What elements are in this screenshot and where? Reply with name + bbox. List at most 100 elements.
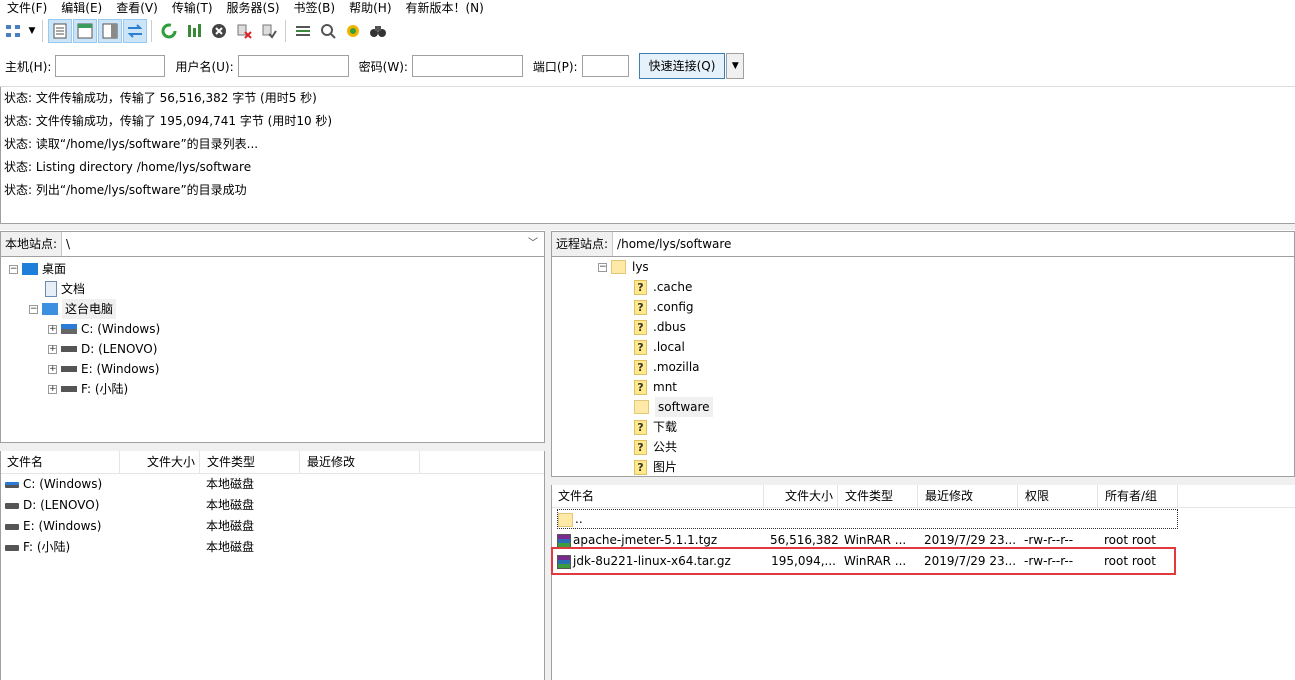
tree-item-label: lys bbox=[632, 260, 649, 274]
tree-item-downloads[interactable]: ? 下载 bbox=[634, 417, 677, 437]
column-filesize[interactable]: 文件大小 bbox=[120, 451, 200, 473]
search-icon[interactable] bbox=[366, 19, 390, 43]
toggle-log-icon[interactable] bbox=[48, 19, 72, 43]
remote-parent-row[interactable]: .. bbox=[557, 509, 1178, 529]
column-owner[interactable]: 所有者/组 bbox=[1098, 485, 1178, 507]
winrar-archive-icon bbox=[557, 533, 571, 548]
tree-item-mnt[interactable]: ? mnt bbox=[634, 377, 677, 397]
pane-splitter[interactable] bbox=[551, 477, 1295, 485]
menu-view[interactable]: 查看(V) bbox=[109, 0, 165, 16]
port-input[interactable] bbox=[581, 55, 629, 77]
username-input[interactable] bbox=[237, 55, 349, 77]
chevron-down-icon[interactable]: ﹀ bbox=[528, 232, 538, 256]
column-modified[interactable]: 最近修改 bbox=[300, 451, 420, 473]
column-filetype[interactable]: 文件类型 bbox=[838, 485, 918, 507]
tree-item-dbus[interactable]: ? .dbus bbox=[634, 317, 686, 337]
site-manager-icon[interactable] bbox=[1, 19, 25, 43]
local-tree: − 桌面 文档 − 这台电脑 + C: (Windows) + D: (LENO… bbox=[0, 257, 545, 443]
tree-item-label: E: (Windows) bbox=[81, 362, 160, 376]
column-filename[interactable]: 文件名 bbox=[551, 485, 764, 507]
remote-tree: − lys ? .cache ? .config ? .dbus ? .local ?.… bbox=[551, 257, 1295, 477]
tree-item-this-pc[interactable]: − 这台电脑 bbox=[29, 299, 117, 319]
menu-help[interactable]: 帮助(H) bbox=[342, 0, 398, 16]
column-permissions[interactable]: 权限 bbox=[1018, 485, 1098, 507]
drive-icon bbox=[61, 346, 77, 352]
menu-server[interactable]: 服务器(S) bbox=[220, 0, 287, 16]
drive-icon bbox=[61, 386, 77, 392]
refresh-icon[interactable] bbox=[157, 19, 181, 43]
remote-path-input[interactable]: /home/lys/software bbox=[613, 232, 1294, 256]
log-line: 状态: 列出“/home/lys/software”的目录成功 bbox=[4, 183, 247, 197]
tree-item-software[interactable]: software bbox=[634, 397, 713, 417]
compare-icon[interactable] bbox=[316, 19, 340, 43]
cancel-icon[interactable] bbox=[207, 19, 231, 43]
folder-icon bbox=[611, 260, 626, 274]
password-input[interactable] bbox=[411, 55, 523, 77]
toolbar: ▼ bbox=[0, 17, 1295, 45]
tree-item-mozilla[interactable]: ? .mozilla bbox=[634, 357, 700, 377]
tree-item-drive-e[interactable]: + E: (Windows) bbox=[48, 359, 159, 379]
log-line: 状态: 读取“/home/lys/software”的目录列表... bbox=[4, 137, 259, 151]
network-drive-icon bbox=[5, 481, 19, 488]
column-filesize[interactable]: 文件大小 bbox=[764, 485, 838, 507]
unknown-folder-icon: ? bbox=[634, 319, 647, 335]
tree-item-documents[interactable]: 文档 bbox=[45, 279, 85, 299]
tree-item-public[interactable]: ? 公共 bbox=[634, 437, 677, 457]
menu-transfer[interactable]: 传输(T) bbox=[165, 0, 220, 16]
message-log[interactable]: 状态: 文件传输成功，传输了 56,516,382 字节 (用时5 秒) 状态:… bbox=[0, 87, 1295, 224]
column-filename[interactable]: 文件名 bbox=[0, 451, 120, 473]
local-file-row[interactable]: C: (Windows) 本地磁盘 bbox=[0, 474, 310, 495]
menu-bookmarks[interactable]: 书签(B) bbox=[287, 0, 343, 16]
local-file-row[interactable]: E: (Windows) 本地磁盘 bbox=[0, 516, 310, 537]
toggle-queue-icon[interactable] bbox=[123, 19, 147, 43]
unknown-folder-icon: ? bbox=[634, 339, 647, 355]
tree-item-cache[interactable]: ? .cache bbox=[634, 277, 692, 297]
collapse-icon[interactable]: − bbox=[9, 264, 18, 274]
host-input[interactable] bbox=[55, 55, 166, 77]
toggle-local-tree-icon[interactable] bbox=[73, 19, 97, 43]
quickconnect-dropdown-icon[interactable]: ▼ bbox=[726, 53, 745, 79]
menu-edit[interactable]: 编辑(E) bbox=[54, 0, 109, 16]
filter-icon[interactable] bbox=[291, 19, 315, 43]
column-modified[interactable]: 最近修改 bbox=[918, 485, 1018, 507]
tree-item-pictures[interactable]: ? 图片 bbox=[634, 457, 678, 476]
column-filetype[interactable]: 文件类型 bbox=[200, 451, 300, 473]
local-file-row[interactable]: F: (小陆) 本地磁盘 bbox=[0, 537, 310, 558]
horizontal-splitter[interactable] bbox=[0, 224, 1295, 230]
local-file-row[interactable]: D: (LENOVO) 本地磁盘 bbox=[0, 495, 310, 516]
drive-icon bbox=[61, 366, 77, 372]
log-line: 状态: 文件传输成功，传输了 56,516,382 字节 (用时5 秒) bbox=[4, 91, 317, 105]
tree-item-drive-c[interactable]: + C: (Windows) bbox=[48, 319, 160, 339]
unknown-folder-icon: ? bbox=[634, 459, 647, 475]
tree-item-config[interactable]: ? .config bbox=[634, 297, 694, 317]
dropdown-arrow-icon[interactable]: ▼ bbox=[26, 19, 38, 43]
sync-browse-icon[interactable] bbox=[341, 19, 365, 43]
reconnect-icon[interactable] bbox=[257, 19, 281, 43]
tree-item-local[interactable]: ? .local bbox=[634, 337, 685, 357]
toggle-remote-tree-icon[interactable] bbox=[98, 19, 122, 43]
expand-icon[interactable]: + bbox=[48, 324, 57, 334]
tree-item-drive-d[interactable]: + D: (LENOVO) bbox=[48, 339, 157, 359]
tree-item-drive-f[interactable]: + F: (小陆) bbox=[48, 379, 128, 399]
menu-new-version[interactable]: 有新版本！(N) bbox=[399, 0, 491, 16]
network-drive-icon bbox=[61, 324, 77, 334]
tree-item-label: .mozilla bbox=[653, 360, 700, 374]
expand-icon[interactable]: + bbox=[48, 384, 57, 394]
local-path-value: \ bbox=[66, 237, 71, 251]
expand-icon[interactable]: + bbox=[48, 364, 57, 374]
process-queue-icon[interactable] bbox=[182, 19, 206, 43]
disconnect-icon[interactable] bbox=[232, 19, 256, 43]
pane-splitter[interactable] bbox=[0, 443, 545, 451]
tree-item-desktop[interactable]: − 桌面 bbox=[9, 259, 66, 279]
collapse-icon[interactable]: − bbox=[598, 262, 607, 272]
tree-item-label: 图片 bbox=[653, 460, 678, 474]
collapse-icon[interactable]: − bbox=[29, 304, 38, 314]
expand-icon[interactable]: + bbox=[48, 344, 57, 354]
local-path-input[interactable]: \ ﹀ bbox=[62, 232, 544, 256]
tree-item-lys[interactable]: − lys bbox=[598, 257, 649, 277]
host-label: 主机(H): bbox=[5, 59, 52, 74]
local-pane: 本地站点: \ ﹀ − 桌面 文档 − 这台电脑 + C: (Windows) +… bbox=[0, 231, 545, 680]
file-name: E: (Windows) bbox=[23, 519, 102, 533]
menu-file[interactable]: 文件(F) bbox=[0, 0, 54, 16]
quickconnect-button[interactable]: 快速连接(Q) bbox=[638, 53, 726, 79]
